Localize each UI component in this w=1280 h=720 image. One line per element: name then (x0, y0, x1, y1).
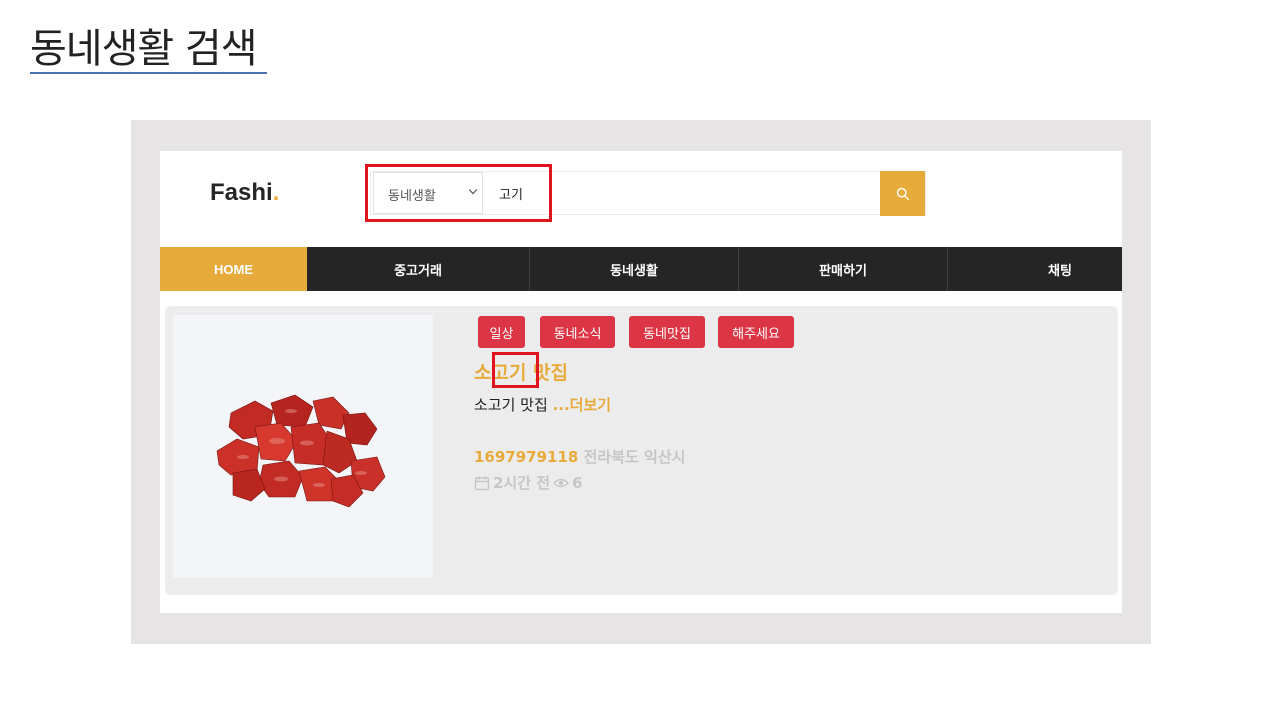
nav-item-home[interactable]: HOME (160, 247, 307, 291)
calendar-icon (474, 476, 490, 490)
logo-dot: . (272, 179, 280, 206)
search-highlight-box (365, 164, 552, 222)
post-views: 6 (572, 473, 583, 492)
beef-cubes-image (216, 394, 386, 508)
post-description: 소고기 맛집 ...더보기 (474, 394, 611, 415)
site-logo[interactable]: Fashi. (210, 179, 279, 207)
tag-daily[interactable]: 일상 (478, 316, 525, 348)
web-page: Fashi. 동네생활 HOME 중고거래 동네생활 판매하기 채팅 (160, 151, 1122, 613)
nav-item-neighborhood[interactable]: 동네생활 (530, 247, 738, 291)
post-location: 전라북도 익산시 (583, 448, 686, 466)
post-meta-stats: 2시간 전 6 (474, 472, 583, 493)
post-meta-location: 1697979118 전라북도 익산시 (474, 446, 685, 467)
main-nav: HOME 중고거래 동네생활 판매하기 채팅 (160, 247, 1122, 291)
nav-item-used-trade[interactable]: 중고거래 (307, 247, 529, 291)
search-icon (896, 187, 909, 200)
keyword-highlight-box (492, 352, 539, 388)
tag-local-news[interactable]: 동네소식 (540, 316, 615, 348)
post-thumbnail[interactable] (173, 315, 433, 578)
post-card[interactable]: 일상 동네소식 동네맛집 해주세요 소고기 맛집 소고기 맛집 ...더보기 1… (165, 306, 1118, 595)
nav-item-chat[interactable]: 채팅 (948, 247, 1122, 291)
slide-title: 동네생활 검색 (30, 26, 258, 72)
search-button[interactable] (880, 171, 925, 216)
nav-item-sell[interactable]: 판매하기 (739, 247, 947, 291)
eye-icon (553, 478, 570, 487)
post-id-number: 1697979118 (474, 448, 579, 466)
read-more-link[interactable]: ...더보기 (553, 396, 612, 414)
tag-request[interactable]: 해주세요 (718, 316, 794, 348)
post-description-text: 소고기 맛집 (474, 396, 548, 414)
post-time: 2시간 전 (493, 474, 551, 492)
tag-local-restaurant[interactable]: 동네맛집 (629, 316, 705, 348)
title-underline (30, 72, 267, 74)
logo-text: Fashi (210, 179, 273, 206)
